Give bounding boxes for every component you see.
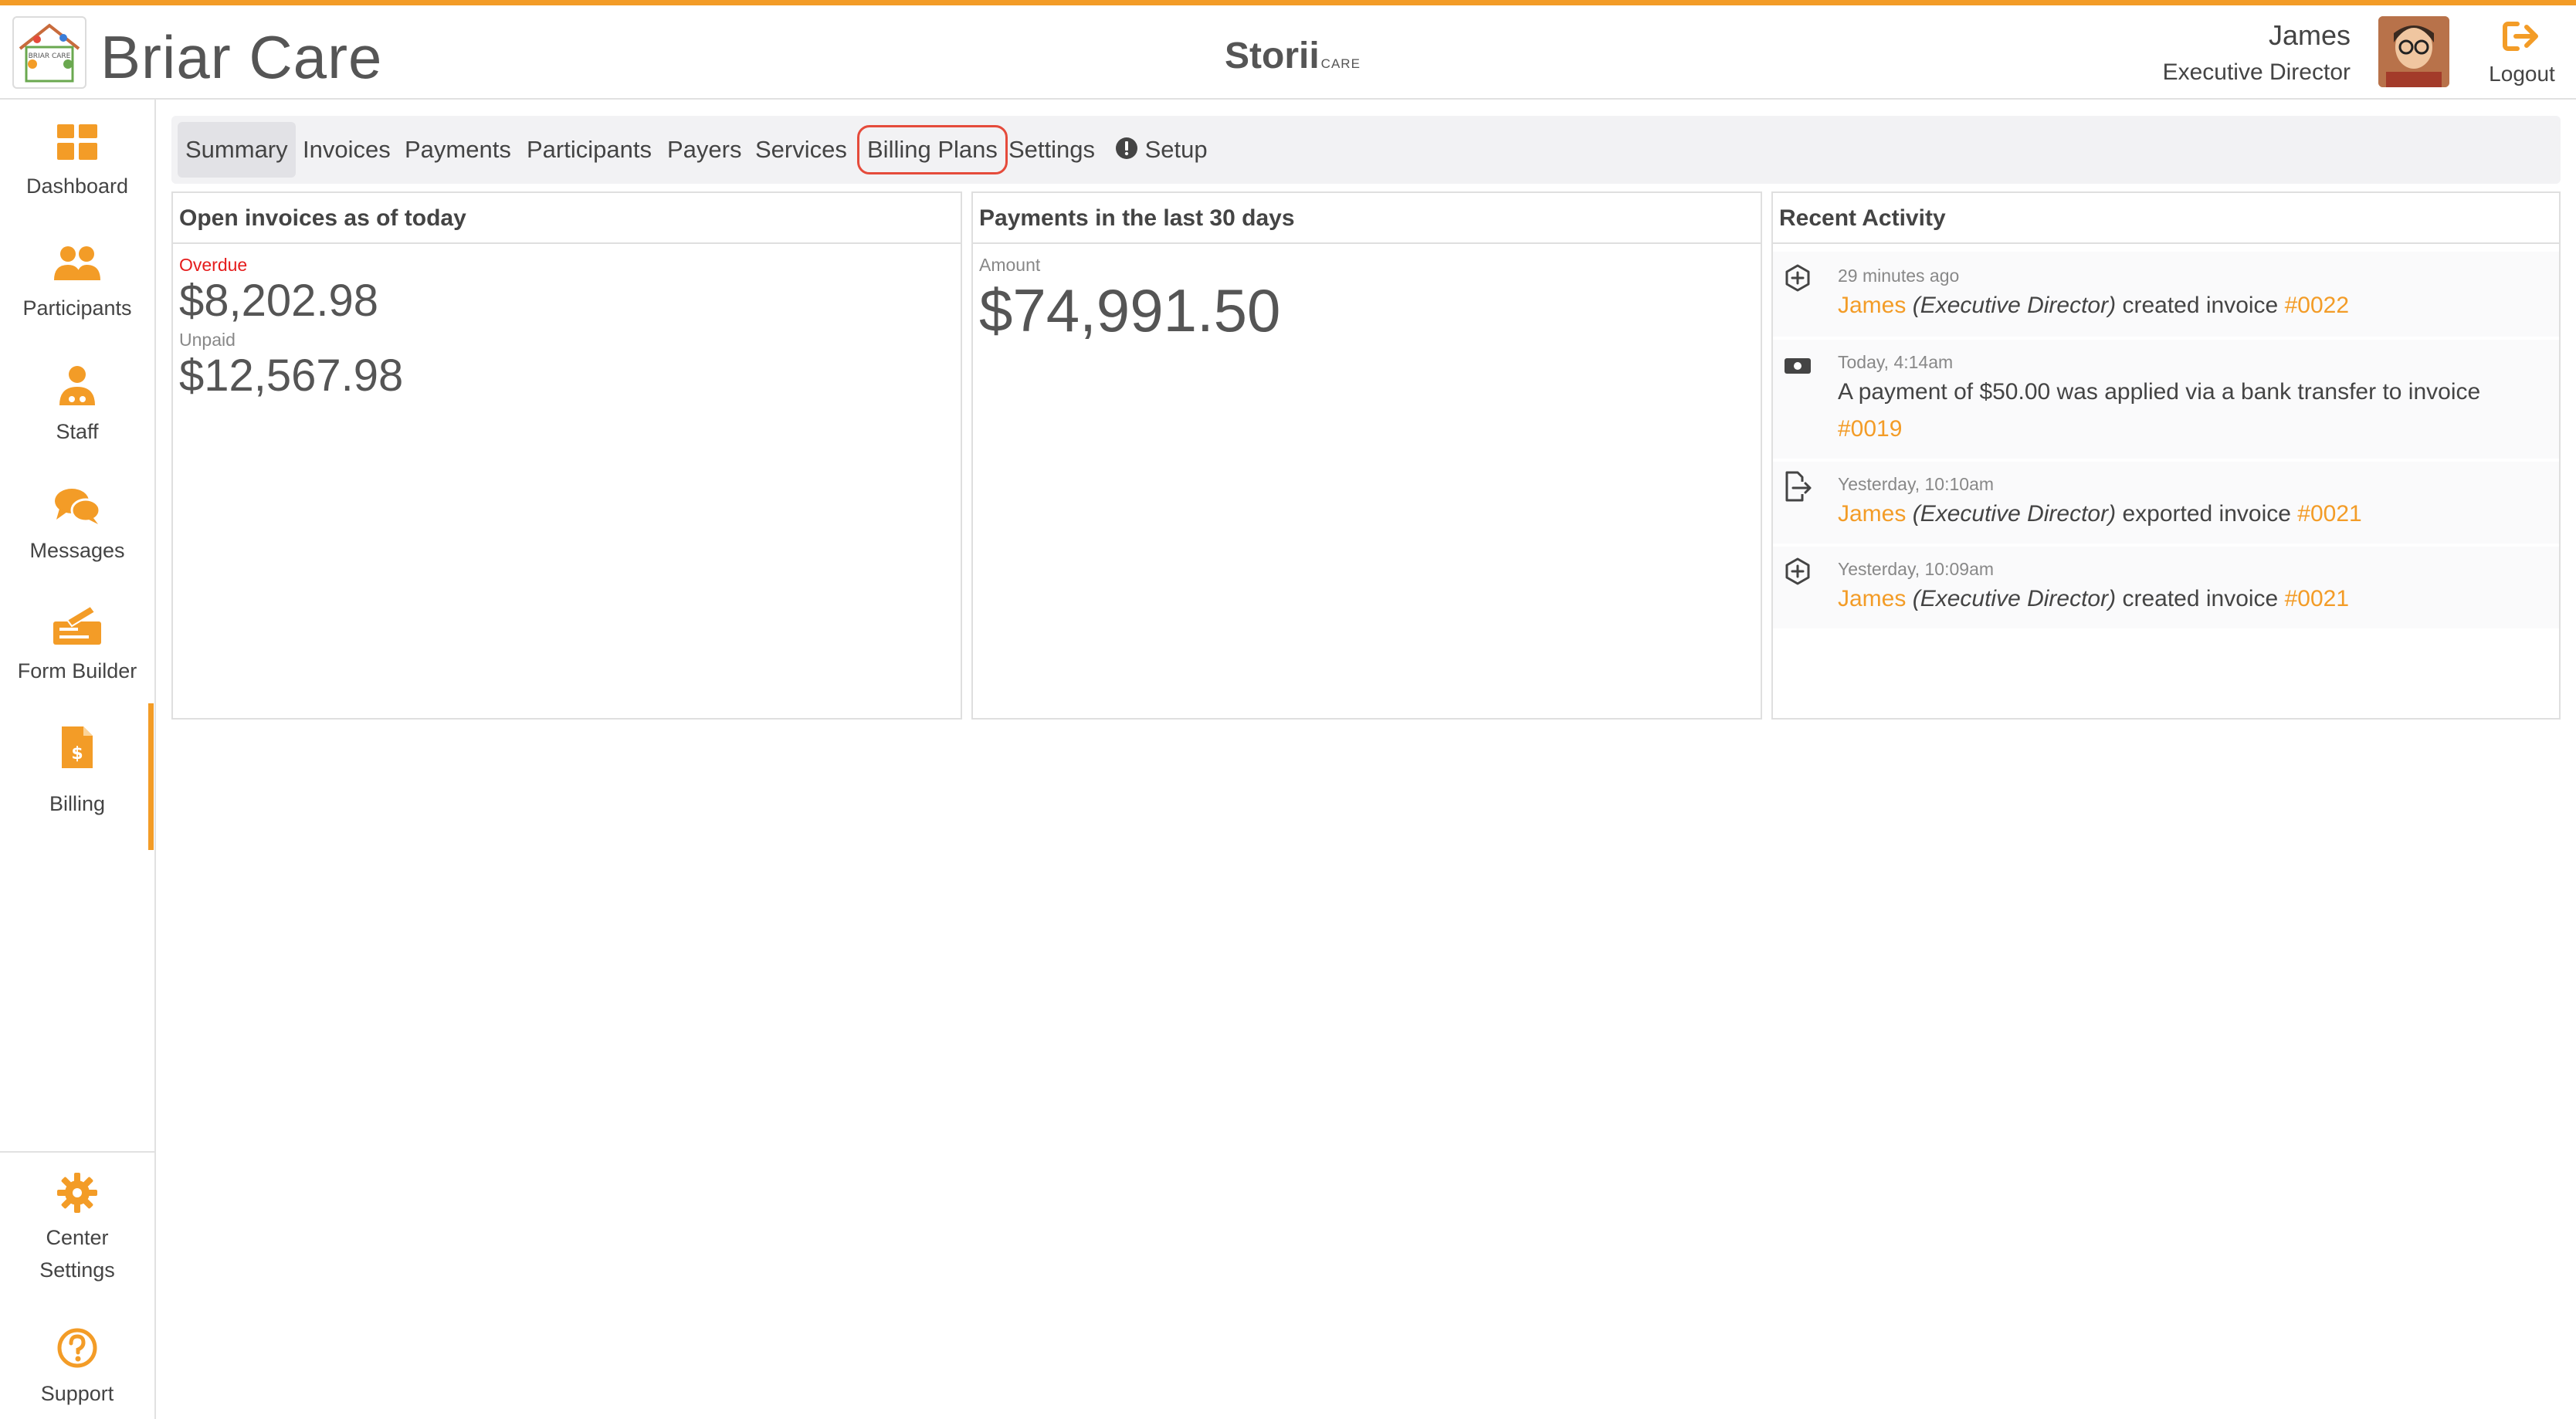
logo-text: BRIAR CARE [29,52,71,60]
logout-icon [2503,22,2538,51]
payments-title: Payments in the last 30 days [973,193,1761,244]
tab-summary[interactable]: Summary [178,122,296,178]
brand-logo[interactable]: BRIAR CARE [12,16,86,89]
sidebar: Dashboard Participants Staff Messages Fo… [0,100,156,1419]
sidebar-item-label: Support [40,1382,114,1405]
sidebar-item-support[interactable]: Support [0,1327,154,1410]
tab-billing-plans[interactable]: Billing Plans [857,125,1008,174]
activity-actor[interactable]: James [1838,586,1906,611]
activity-text: A payment of $50.00 was applied via a ba… [1838,374,2536,448]
activity-role: (Executive Director) [1912,293,2117,318]
people-icon [54,246,100,280]
sidebar-item-label: Participants [22,296,132,320]
sidebar-item-form-builder[interactable]: Form Builder [0,605,154,687]
sidebar-item-center-settings[interactable]: Center Settings [0,1173,154,1286]
tab-settings[interactable]: Settings [1001,122,1103,178]
app-header: BRIAR CARE Briar Care Storii CARE James E… [0,5,2576,100]
svg-text:$: $ [71,744,83,764]
activity-invoice-link[interactable]: #0022 [2285,293,2349,318]
plus-hexagon-icon [1785,264,1810,292]
staff-icon [59,366,95,405]
activity-role: (Executive Director) [1912,501,2117,527]
overdue-amount: $8,202.98 [179,276,379,326]
activity-invoice-link[interactable]: #0021 [2297,501,2361,527]
sidebar-item-label: Billing [49,792,106,815]
tab-participants[interactable]: Participants [519,122,659,178]
tab-setup-label: Setup [1144,136,1208,163]
amount-label: Amount [979,255,1041,275]
open-invoices-title: Open invoices as of today [173,193,961,244]
payments-amount: $74,991.50 [979,276,1281,344]
activity-action: exported invoice [2122,501,2291,527]
user-name: James [2268,19,2351,51]
plus-hexagon-icon [1785,557,1810,585]
unpaid-label: Unpaid [179,330,236,350]
activity-text: James (Executive Director) created invoi… [1838,581,2536,618]
sidebar-item-label-line2: Settings [39,1258,115,1282]
recent-activity-title: Recent Activity [1773,193,2559,244]
tab-services[interactable]: Services [747,122,855,178]
activity-actor[interactable]: James [1838,501,1906,527]
activity-invoice-link[interactable]: #0019 [1838,416,1902,442]
form-builder-icon [53,605,101,645]
sidebar-item-participants[interactable]: Participants [0,245,154,324]
activity-item: Yesterday, 10:09am James (Executive Dire… [1773,547,2559,632]
activity-action: created invoice [2122,586,2279,611]
activity-time: Yesterday, 10:10am [1838,474,1995,494]
avatar[interactable] [2378,16,2449,87]
sidebar-active-indicator [148,703,154,850]
money-icon [1785,358,1811,374]
activity-actor[interactable]: James [1838,293,1906,318]
overdue-label: Overdue [179,255,248,275]
activity-text: James (Executive Director) exported invo… [1838,496,2536,533]
export-icon [1785,471,1812,502]
product-name: Storii [1225,36,1320,76]
logout-label: Logout [2489,62,2555,86]
billing-icon: $ [62,726,93,768]
activity-time: Today, 4:14am [1838,352,1954,372]
sidebar-item-label-line1: Center [46,1226,109,1249]
unpaid-amount: $12,567.98 [179,351,404,401]
activity-item: Yesterday, 10:10am James (Executive Dire… [1773,462,2559,547]
sidebar-item-label: Form Builder [17,659,137,682]
sidebar-divider [0,1151,154,1153]
tab-payments[interactable]: Payments [397,122,519,178]
grid-icon [57,124,97,160]
sidebar-item-label: Center Settings [0,1221,154,1286]
sidebar-item-label: Staff [56,420,99,443]
recent-activity-panel: Recent Activity 29 minutes ago James (Ex… [1771,191,2561,720]
activity-description: A payment of $50.00 was applied via a ba… [1838,379,2481,405]
tab-payers[interactable]: Payers [659,122,749,178]
open-invoices-panel: Open invoices as of today Overdue $8,202… [171,191,962,720]
activity-item: Today, 4:14am A payment of $50.00 was ap… [1773,340,2559,462]
activity-role: (Executive Director) [1912,586,2117,611]
activity-time: Yesterday, 10:09am [1838,559,1995,579]
product-suffix: CARE [1320,56,1361,71]
logout-button[interactable]: Logout [2476,19,2568,86]
billing-tabs: Summary Invoices Payments Participants P… [171,116,2561,184]
activity-invoice-link[interactable]: #0021 [2285,586,2349,611]
product-logo: Storii CARE [1225,35,1361,77]
alert-icon [1116,137,1137,159]
sidebar-item-billing[interactable]: $ Billing [0,725,154,820]
top-accent-stripe [0,0,2576,5]
brand-name: Briar Care [100,23,383,91]
activity-action: created invoice [2122,293,2279,318]
sidebar-item-label: Messages [29,539,125,562]
activity-item: 29 minutes ago James (Executive Director… [1773,252,2559,340]
user-role: Executive Director [2162,59,2351,85]
question-icon [57,1328,97,1368]
tab-invoices[interactable]: Invoices [295,122,398,178]
tab-setup[interactable]: Setup [1107,122,1215,178]
sidebar-item-staff[interactable]: Staff [0,365,154,448]
activity-time: 29 minutes ago [1838,266,1960,286]
gear-icon [57,1173,97,1213]
sidebar-item-messages[interactable]: Messages [0,486,154,567]
payments-panel: Payments in the last 30 days Amount $74,… [971,191,1762,720]
sidebar-item-label: Dashboard [25,174,129,198]
activity-text: James (Executive Director) created invoi… [1838,287,2536,324]
chat-icon [55,489,101,524]
sidebar-item-dashboard[interactable]: Dashboard [0,123,154,202]
